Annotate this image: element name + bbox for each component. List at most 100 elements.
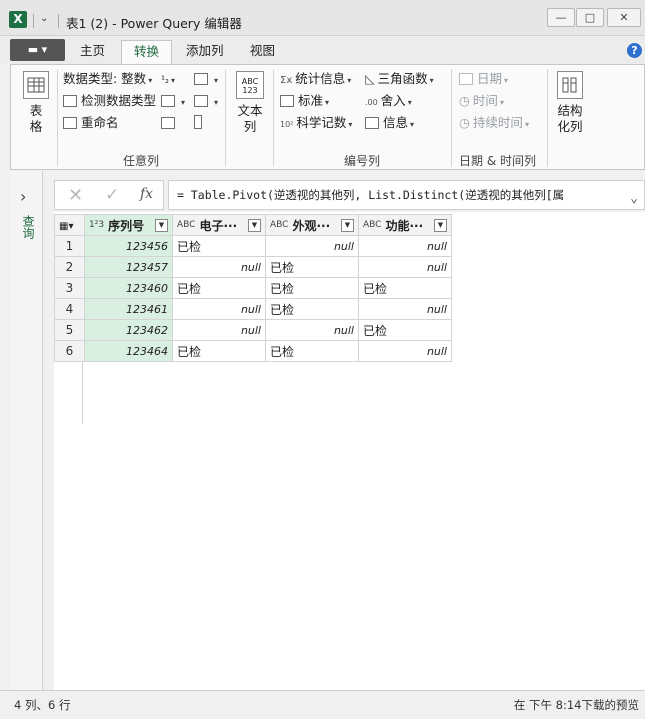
pivot-column-button[interactable]: [161, 114, 179, 132]
data-cell[interactable]: 已检: [358, 277, 452, 299]
null-cell[interactable]: null: [358, 235, 452, 257]
information-dropdown[interactable]: 信息 ▾: [365, 114, 414, 132]
expand-formula-icon[interactable]: ⌄: [630, 185, 638, 209]
tab-transform[interactable]: 转换: [121, 40, 173, 65]
filter-dropdown-icon[interactable]: ▼: [434, 218, 447, 232]
exponent-icon: 10²: [280, 120, 294, 129]
number-type-icon[interactable]: 1²3: [89, 220, 104, 230]
row-number: 1: [54, 235, 85, 257]
null-cell[interactable]: null: [265, 235, 359, 257]
queries-pane-label[interactable]: 查询: [20, 215, 37, 239]
standard-icon: [280, 95, 294, 107]
date-dropdown[interactable]: 日期 ▾: [459, 70, 508, 88]
column-header[interactable]: ABC 电子··· ▼: [172, 214, 266, 236]
fx-icon[interactable]: fx: [140, 186, 153, 202]
fill-button[interactable]: ▾: [161, 92, 185, 110]
replace-values-button[interactable]: ¹₂ ▾: [161, 70, 175, 88]
file-menu-button[interactable]: ▬ ▾: [10, 39, 65, 61]
table-row[interactable]: 6 123464 已检 已检 null: [54, 340, 452, 362]
text-type-icon[interactable]: ABC: [270, 220, 288, 230]
column-name: 外观···: [292, 218, 331, 233]
data-cell[interactable]: 已检: [172, 235, 266, 257]
time-dropdown[interactable]: ◷ 时间 ▾: [459, 92, 504, 110]
fill-down-icon: [161, 95, 175, 107]
data-cell[interactable]: 已检: [265, 256, 359, 278]
maximize-button[interactable]: □: [576, 8, 604, 27]
convert-to-list-button[interactable]: [194, 114, 206, 132]
table-row[interactable]: 5 123462 null null 已检: [54, 319, 452, 341]
formula-input[interactable]: = Table.Pivot(逆透视的其他列, List.Distinct(逆透视…: [168, 180, 645, 210]
rounding-icon: .00: [365, 98, 378, 107]
table-row[interactable]: 2 123457 null 已检 null: [54, 256, 452, 278]
duration-dropdown[interactable]: ◷ 持续时间 ▾: [459, 114, 529, 132]
detect-data-type-button[interactable]: 检测数据类型: [63, 92, 156, 110]
data-type-label: 数据类型: 整数: [63, 71, 147, 86]
serial-number-cell[interactable]: 123461: [84, 298, 173, 320]
serial-number-cell[interactable]: 123457: [84, 256, 173, 278]
serial-number-cell[interactable]: 123462: [84, 319, 173, 341]
null-cell[interactable]: null: [358, 340, 452, 362]
standard-label: 标准: [298, 93, 324, 108]
null-cell[interactable]: null: [172, 298, 266, 320]
null-cell[interactable]: null: [358, 298, 452, 320]
filter-dropdown-icon[interactable]: ▼: [341, 218, 354, 232]
text-abc-icon: ABC 123: [236, 71, 264, 99]
minimize-button[interactable]: —: [547, 8, 575, 27]
trigonometry-dropdown[interactable]: ◺ 三角函数 ▾: [365, 70, 434, 88]
data-cell[interactable]: 已检: [265, 340, 359, 362]
data-cell[interactable]: 已检: [265, 298, 359, 320]
move-button[interactable]: ▾: [194, 92, 218, 110]
table-row[interactable]: 1 123456 已检 null null: [54, 235, 452, 257]
null-cell[interactable]: null: [172, 319, 266, 341]
tab-view[interactable]: 视图: [238, 40, 287, 64]
null-cell[interactable]: null: [265, 319, 359, 341]
rounding-dropdown[interactable]: .00 舍入 ▾: [365, 92, 412, 110]
chevron-down-icon: ▾: [148, 76, 153, 85]
scientific-dropdown[interactable]: 10² 科学记数 ▾: [280, 114, 352, 132]
table-row[interactable]: 3 123460 已检 已检 已检: [54, 277, 452, 299]
null-cell[interactable]: null: [358, 256, 452, 278]
close-button[interactable]: ✕: [607, 8, 641, 27]
tab-add-column[interactable]: 添加列: [174, 40, 236, 64]
serial-number-cell[interactable]: 123456: [84, 235, 173, 257]
table-menu-corner[interactable]: ▦▾: [54, 214, 85, 236]
table-icon: [23, 71, 49, 99]
data-type-dropdown[interactable]: 数据类型: 整数 ▾: [63, 70, 152, 88]
table-button[interactable]: 表格: [18, 71, 54, 135]
help-icon[interactable]: ?: [627, 43, 642, 58]
standard-dropdown[interactable]: 标准 ▾: [280, 92, 329, 110]
quick-access-dropdown-icon[interactable]: ⌄: [40, 13, 48, 24]
structured-column-button[interactable]: 结构化列: [551, 71, 589, 135]
formula-bar: ✕ ✓ fx = Table.Pivot(逆透视的其他列, List.Disti…: [54, 180, 645, 210]
filter-dropdown-icon[interactable]: ▼: [155, 218, 168, 232]
rename-button[interactable]: 重命名: [63, 114, 119, 132]
accept-formula-icon[interactable]: ✓: [105, 185, 119, 205]
cancel-formula-icon[interactable]: ✕: [68, 185, 83, 206]
group-separator: [57, 69, 58, 167]
tab-home[interactable]: 主页: [68, 40, 117, 64]
text-type-icon[interactable]: ABC: [177, 220, 195, 230]
unpivot-columns-button[interactable]: ▾: [194, 70, 218, 88]
null-cell[interactable]: null: [172, 256, 266, 278]
statistics-label: 统计信息: [295, 71, 346, 86]
column-header[interactable]: ABC 外观··· ▼: [265, 214, 359, 236]
expand-queries-icon[interactable]: ›: [20, 187, 26, 206]
filter-dropdown-icon[interactable]: ▼: [248, 218, 261, 232]
serial-number-cell[interactable]: 123460: [84, 277, 173, 299]
table-row[interactable]: 4 123461 null 已检 null: [54, 298, 452, 320]
statistics-dropdown[interactable]: Σx 统计信息 ▾: [280, 70, 351, 88]
text-column-button[interactable]: ABC 123 文本列: [233, 71, 267, 135]
excel-icon[interactable]: X: [9, 11, 27, 28]
data-cell[interactable]: 已检: [172, 340, 266, 362]
text-column-label: 文本列: [237, 103, 263, 134]
row-number-divider: [82, 362, 83, 424]
column-header[interactable]: 1²3 序列号 ▼: [84, 214, 173, 236]
serial-number-cell[interactable]: 123464: [84, 340, 173, 362]
data-cell[interactable]: 已检: [172, 277, 266, 299]
data-cell[interactable]: 已检: [358, 319, 452, 341]
text-type-icon[interactable]: ABC: [363, 220, 381, 230]
column-header[interactable]: ABC 功能··· ▼: [358, 214, 452, 236]
data-cell[interactable]: 已检: [265, 277, 359, 299]
row-column-count: 4 列、6 行: [14, 698, 71, 712]
header-row: ▦▾ 1²3 序列号 ▼ ABC 电子··· ▼ ABC 外观··· ▼ ABC 功能··· ▼: [54, 214, 452, 236]
